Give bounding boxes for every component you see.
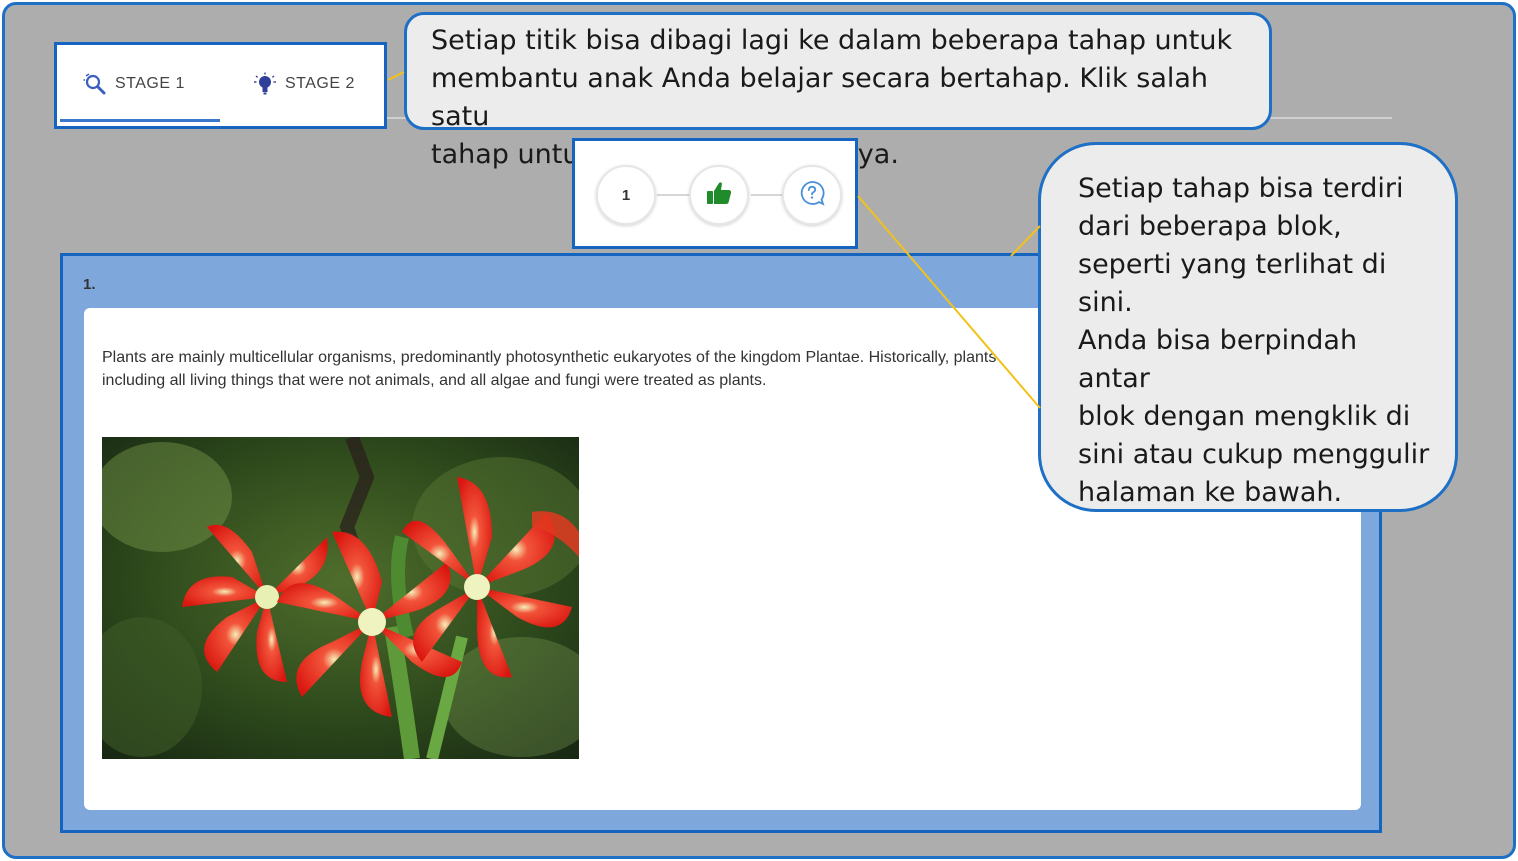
thumbs-up-icon (706, 181, 732, 209)
block-text-line-2: including all living things that were no… (102, 372, 767, 389)
flower-image (102, 437, 579, 759)
callout-blocks-line-2: dari beberapa blok, (1078, 211, 1342, 242)
callout-blocks-line-1: Setiap tahap bisa terdiri (1078, 173, 1404, 204)
callout-stages-line-1: Setiap titik bisa dibagi lagi ke dalam b… (431, 25, 1233, 56)
step-1-label: 1 (621, 186, 631, 204)
step-1-button[interactable]: 1 (596, 165, 656, 225)
block-text: Plants are mainly multicellular organism… (102, 346, 1042, 392)
tab-stage-1[interactable]: STAGE 1 (83, 69, 185, 99)
tab-stage-2[interactable]: STAGE 2 (253, 69, 355, 99)
step-question-button[interactable] (782, 165, 842, 225)
tab-stage-2-label: STAGE 2 (285, 75, 355, 92)
callout-blocks-line-6: blok dengan mengklik di (1078, 401, 1411, 432)
callout-stages: Setiap titik bisa dibagi lagi ke dalam b… (404, 12, 1272, 170)
stepper-connector (751, 194, 785, 196)
active-tab-indicator (60, 119, 220, 122)
stage-tabs: STAGE 1 STAGE 2 (54, 42, 387, 129)
callout-blocks-line-5: Anda bisa berpindah antar (1078, 325, 1358, 394)
block-text-line-1: Plants are mainly multicellular organism… (102, 349, 997, 366)
callout-blocks-line-4: sini. (1078, 287, 1133, 318)
callout-blocks-line-3: seperti yang terlihat di (1078, 249, 1387, 280)
callout-blocks-line-8: halaman ke bawah. (1078, 477, 1343, 508)
lightbulb-icon (253, 72, 277, 96)
question-bubble-icon (799, 180, 825, 210)
callout-stages-line-2: membantu anak Anda belajar secara bertah… (431, 63, 1209, 132)
callout-blocks: Setiap tahap bisa terdiri dari beberapa … (1038, 142, 1458, 512)
tab-stage-1-label: STAGE 1 (115, 75, 185, 92)
step-thumbs-up-button[interactable] (689, 165, 749, 225)
block-number: 1. (83, 276, 96, 293)
callout-blocks-line-7: sini atau cukup menggulir (1078, 439, 1430, 470)
stepper-connector (657, 194, 691, 196)
magnifier-icon (83, 72, 107, 96)
block-stepper: 1 (572, 138, 858, 249)
